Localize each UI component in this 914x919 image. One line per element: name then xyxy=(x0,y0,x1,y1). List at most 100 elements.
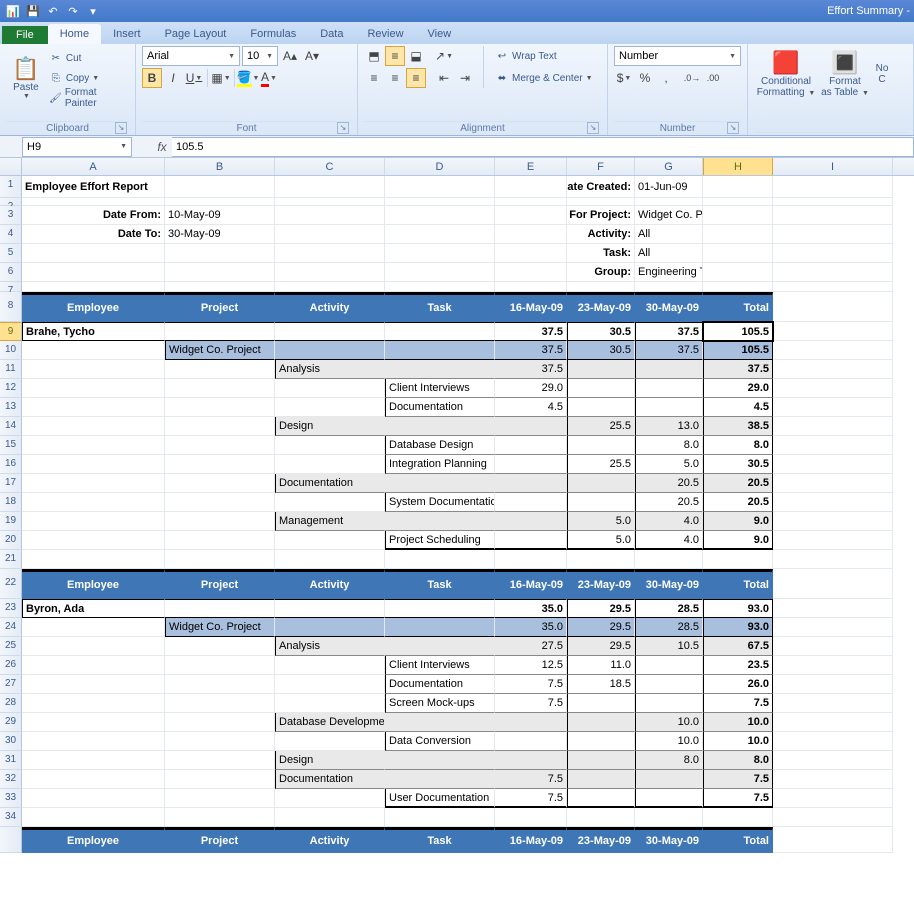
row-5[interactable]: 5 xyxy=(0,244,22,263)
tab-review[interactable]: Review xyxy=(355,24,415,44)
excel-icon[interactable]: 📊 xyxy=(4,2,22,20)
col-I[interactable]: I xyxy=(773,158,893,175)
col-D[interactable]: D xyxy=(385,158,495,175)
italic-button[interactable]: I xyxy=(163,68,183,88)
fx-icon[interactable]: fx xyxy=(152,140,172,154)
cell-A3[interactable]: Date From: xyxy=(22,206,165,225)
row-28[interactable]: 28 xyxy=(0,694,22,713)
col-A[interactable]: A xyxy=(22,158,165,175)
row-7[interactable]: 7 xyxy=(0,282,22,292)
row-22[interactable]: 22 xyxy=(0,569,22,599)
cell-F1[interactable]: Date Created: xyxy=(567,176,635,198)
row-24[interactable]: 24 xyxy=(0,618,22,637)
row-17[interactable]: 17 xyxy=(0,474,22,493)
tab-formulas[interactable]: Formulas xyxy=(238,24,308,44)
hdr-d1[interactable]: 16-May-09 xyxy=(495,292,567,322)
cell-A1[interactable]: Employee Effort Report xyxy=(22,176,165,198)
row-8[interactable]: 8 xyxy=(0,292,22,322)
tab-page-layout[interactable]: Page Layout xyxy=(153,24,239,44)
font-name-combo[interactable]: Arial▼ xyxy=(142,46,240,66)
row-34[interactable]: 34 xyxy=(0,808,22,827)
align-center-button[interactable]: ≡ xyxy=(385,68,405,88)
cell-G3[interactable]: Widget Co. Project xyxy=(635,206,703,225)
row-21[interactable]: 21 xyxy=(0,550,22,569)
row-30[interactable]: 30 xyxy=(0,732,22,751)
row-15[interactable]: 15 xyxy=(0,436,22,455)
row-26[interactable]: 26 xyxy=(0,656,22,675)
increase-decimal-button[interactable]: .0→ xyxy=(682,68,702,88)
align-left-button[interactable]: ≡ xyxy=(364,68,384,88)
cell-F5[interactable]: Task: xyxy=(567,244,635,263)
font-dialog-launcher[interactable]: ↘ xyxy=(337,122,349,134)
align-top-button[interactable]: ⬒ xyxy=(364,46,384,66)
row-35[interactable] xyxy=(0,827,22,853)
tab-home[interactable]: Home xyxy=(48,24,101,44)
cell-F3[interactable]: For Project: xyxy=(567,206,635,225)
align-middle-button[interactable]: ≡ xyxy=(385,46,405,66)
cell-B3[interactable]: 10-May-09 xyxy=(165,206,275,225)
row-29[interactable]: 29 xyxy=(0,713,22,732)
align-right-button[interactable]: ≡ xyxy=(406,68,426,88)
row-9[interactable]: 9 xyxy=(0,322,22,341)
row-6[interactable]: 6 xyxy=(0,263,22,282)
row-4[interactable]: 4 xyxy=(0,225,22,244)
row-2[interactable]: 2 xyxy=(0,198,22,206)
number-dialog-launcher[interactable]: ↘ xyxy=(727,122,739,134)
comma-button[interactable]: , xyxy=(656,68,676,88)
col-H[interactable]: H xyxy=(703,158,773,175)
col-G[interactable]: G xyxy=(635,158,703,175)
cell-G1[interactable]: 01-Jun-09 xyxy=(635,176,703,198)
hdr-task[interactable]: Task xyxy=(385,292,495,322)
col-E[interactable]: E xyxy=(495,158,567,175)
save-button[interactable]: 💾 xyxy=(24,2,42,20)
format-painter-button[interactable]: 🖌Format Painter xyxy=(46,88,129,108)
format-as-table-button[interactable]: 🔳 Format as Table ▼ xyxy=(818,46,872,102)
font-size-combo[interactable]: 10▼ xyxy=(242,46,278,66)
border-button[interactable]: ▦▼ xyxy=(211,68,231,88)
qat-customize[interactable]: ▾ xyxy=(84,2,102,20)
row-14[interactable]: 14 xyxy=(0,417,22,436)
fill-color-button[interactable]: 🪣▼ xyxy=(238,68,258,88)
row-18[interactable]: 18 xyxy=(0,493,22,512)
cell-A4[interactable]: Date To: xyxy=(22,225,165,244)
wrap-text-button[interactable]: ↩Wrap Text xyxy=(492,46,595,66)
row-25[interactable]: 25 xyxy=(0,637,22,656)
cell-G4[interactable]: All xyxy=(635,225,703,244)
col-F[interactable]: F xyxy=(567,158,635,175)
redo-button[interactable]: ↷ xyxy=(64,2,82,20)
hdr-d2[interactable]: 23-May-09 xyxy=(567,292,635,322)
tab-view[interactable]: View xyxy=(416,24,464,44)
cell-G6[interactable]: Engineering Team xyxy=(635,263,703,282)
tab-file[interactable]: File xyxy=(2,26,48,44)
decrease-decimal-button[interactable]: .00 xyxy=(703,68,723,88)
row-27[interactable]: 27 xyxy=(0,675,22,694)
cell-H9-selected[interactable]: 105.5 xyxy=(703,322,773,341)
hdr-total[interactable]: Total xyxy=(703,292,773,322)
hdr-d3[interactable]: 30-May-09 xyxy=(635,292,703,322)
hdr-activity[interactable]: Activity xyxy=(275,292,385,322)
align-bottom-button[interactable]: ⬓ xyxy=(406,46,426,66)
orientation-button[interactable]: ↗▼ xyxy=(434,46,454,66)
increase-font-button[interactable]: A▴ xyxy=(280,46,300,66)
row-20[interactable]: 20 xyxy=(0,531,22,550)
row-1[interactable]: 1 xyxy=(0,176,22,198)
hdr-employee[interactable]: Employee xyxy=(22,292,165,322)
copy-button[interactable]: ⎘Copy▼ xyxy=(46,68,129,88)
cell-styles-button[interactable]: No C xyxy=(872,46,892,102)
row-10[interactable]: 10 xyxy=(0,341,22,360)
merge-center-button[interactable]: ⬌Merge & Center▼ xyxy=(492,68,595,88)
cell-F4[interactable]: Activity: xyxy=(567,225,635,244)
col-B[interactable]: B xyxy=(165,158,275,175)
hdr-project[interactable]: Project xyxy=(165,292,275,322)
alignment-dialog-launcher[interactable]: ↘ xyxy=(587,122,599,134)
tab-insert[interactable]: Insert xyxy=(101,24,153,44)
cell-G5[interactable]: All xyxy=(635,244,703,263)
row-19[interactable]: 19 xyxy=(0,512,22,531)
row-11[interactable]: 11 xyxy=(0,360,22,379)
increase-indent-button[interactable]: ⇥ xyxy=(455,68,475,88)
paste-button[interactable]: 📋 Paste ▼ xyxy=(6,46,46,110)
font-color-button[interactable]: A▼ xyxy=(259,68,279,88)
formula-input[interactable]: 105.5 xyxy=(172,137,914,157)
cell-B4[interactable]: 30-May-09 xyxy=(165,225,275,244)
undo-button[interactable]: ↶ xyxy=(44,2,62,20)
